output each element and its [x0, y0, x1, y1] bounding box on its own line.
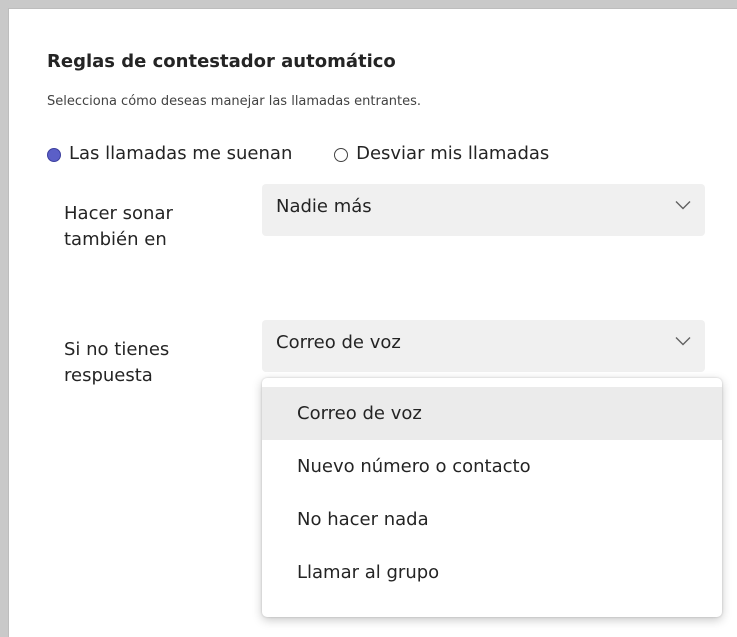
settings-panel: Reglas de contestador automático Selecci… [8, 8, 737, 637]
chevron-down-icon [675, 201, 691, 210]
ring-also-dropdown[interactable]: Nadie más [262, 184, 705, 236]
menu-item-do-nothing[interactable]: No hacer nada [262, 493, 722, 546]
radio-ring-me[interactable]: Las llamadas me suenan [47, 143, 292, 164]
menu-item-new-number-or-contact[interactable]: Nuevo número o contacto [262, 440, 722, 493]
radio-checked-icon [47, 147, 61, 162]
no-answer-dropdown-menu: Correo de voz Nuevo número o contacto No… [262, 378, 722, 617]
radio-forward-calls[interactable]: Desviar mis llamadas [334, 143, 549, 164]
radio-forward-calls-label: Desviar mis llamadas [356, 143, 550, 164]
menu-item-voicemail[interactable]: Correo de voz [262, 387, 722, 440]
radio-ring-me-label: Las llamadas me suenan [69, 143, 293, 164]
ring-also-value: Nadie más [276, 196, 372, 217]
call-mode-radio-group: Las llamadas me suenan Desviar mis llama… [47, 143, 549, 166]
radio-unchecked-icon [334, 147, 349, 162]
chevron-down-icon [675, 337, 691, 346]
section-title: Reglas de contestador automático [47, 51, 396, 72]
no-answer-label: Si no tienes respuesta [64, 339, 170, 386]
section-subtitle: Selecciona cómo deseas manejar las llama… [47, 94, 422, 109]
menu-item-call-group[interactable]: Llamar al grupo [262, 546, 722, 599]
ring-also-label: Hacer sonar también en [64, 203, 173, 250]
no-answer-dropdown[interactable]: Correo de voz [262, 320, 705, 372]
no-answer-value: Correo de voz [276, 332, 401, 353]
